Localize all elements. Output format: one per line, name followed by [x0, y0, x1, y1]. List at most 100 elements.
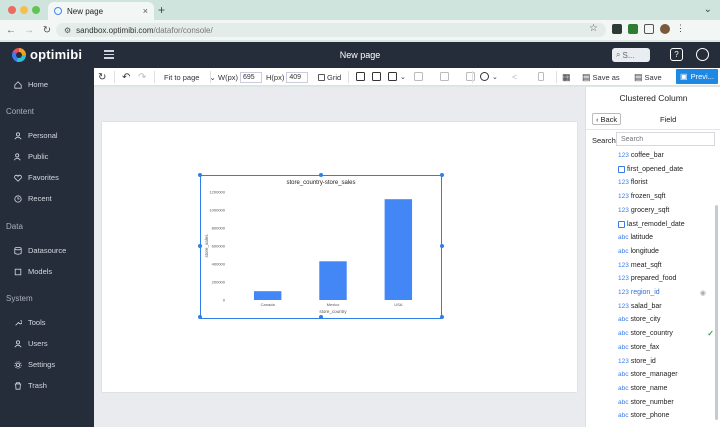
- extension-icon[interactable]: [628, 23, 638, 34]
- preview-button[interactable]: ▣ Previ...: [676, 69, 718, 84]
- chart-widget[interactable]: store_country-store_sales 0 200000 400000 60…: [198, 173, 444, 319]
- field-item[interactable]: 123 florist: [618, 176, 714, 189]
- refresh-icon[interactable]: ↻: [98, 71, 106, 83]
- profile-avatar-icon[interactable]: [660, 23, 670, 34]
- sidebar-item-label: Settings: [28, 360, 56, 369]
- width-input[interactable]: 695: [240, 71, 262, 83]
- resize-handle[interactable]: [440, 173, 444, 177]
- field-item[interactable]: abc store_city: [618, 313, 714, 326]
- field-item[interactable]: abc store_fax: [618, 341, 714, 354]
- site-info-icon[interactable]: ⚙: [64, 26, 71, 35]
- grid-layout-icon[interactable]: ▦: [562, 71, 571, 83]
- browser-menu-icon[interactable]: ⋮: [676, 23, 685, 34]
- resize-handle[interactable]: [198, 315, 202, 319]
- extensions-puzzle-icon[interactable]: [644, 23, 654, 34]
- header-search-input[interactable]: ⌕ S...: [612, 48, 650, 62]
- field-name: latitude: [630, 234, 654, 242]
- copy-icon[interactable]: [356, 72, 365, 81]
- save-as-button[interactable]: ▤ Save as: [582, 71, 620, 83]
- field-item[interactable]: abc store_name: [618, 382, 714, 395]
- panel-scrollbar[interactable]: [715, 205, 718, 420]
- height-input[interactable]: 409: [286, 71, 309, 83]
- sidebar-item-public[interactable]: Public: [14, 152, 48, 161]
- numeric-type-icon: 123: [618, 275, 629, 283]
- field-name: salad_bar: [630, 302, 662, 310]
- toolbar-divider: [210, 71, 211, 83]
- tab-field[interactable]: Field: [660, 115, 676, 124]
- group-shapes-icon[interactable]: [480, 72, 489, 81]
- sidebar-item-settings[interactable]: Settings: [14, 360, 55, 369]
- sidebar-item-label: Users: [28, 339, 48, 348]
- field-item[interactable]: 123 grocery_sqft: [618, 204, 714, 217]
- reload-icon[interactable]: ↻: [40, 25, 54, 36]
- sidebar-item-home[interactable]: Home: [14, 80, 48, 89]
- sidebar-item-trash[interactable]: Trash: [14, 381, 47, 390]
- field-item[interactable]: 123 region_id ◉: [618, 286, 714, 299]
- field-item[interactable]: first_opened_date: [618, 163, 714, 176]
- resize-handle[interactable]: [198, 244, 202, 248]
- tab-search-icon[interactable]: ⌄: [704, 4, 712, 15]
- field-item[interactable]: 123 coffee_bar: [618, 149, 714, 162]
- share-icon[interactable]: <: [512, 71, 517, 83]
- address-bar[interactable]: ⚙ sandbox.optimibi.com/datafor/console/ …: [56, 23, 606, 37]
- close-tab-icon[interactable]: ×: [143, 6, 148, 16]
- grid-toggle[interactable]: Grid: [318, 71, 341, 83]
- undo-icon[interactable]: ↶: [122, 71, 130, 83]
- field-item[interactable]: abc store_manager: [618, 368, 714, 381]
- extension-icon[interactable]: [612, 23, 622, 34]
- field-name: region_id: [630, 289, 660, 296]
- layer-icon[interactable]: [388, 72, 397, 81]
- resize-handle[interactable]: [198, 173, 202, 177]
- panel-title: Clustered Column: [619, 93, 688, 103]
- align-left-icon[interactable]: [414, 72, 423, 81]
- field-item[interactable]: 123 meat_sqft: [618, 259, 714, 272]
- field-item[interactable]: abc store_country ✓: [618, 327, 714, 340]
- user-avatar-icon[interactable]: [696, 48, 709, 61]
- chevron-down-icon[interactable]: ⌄: [400, 71, 406, 83]
- sidebar-item-recent[interactable]: Recent: [14, 194, 52, 203]
- save-button[interactable]: ▤ Save: [634, 71, 662, 83]
- field-item[interactable]: 123 store_id: [618, 355, 714, 368]
- align-center-icon[interactable]: [440, 72, 449, 81]
- redo-icon[interactable]: ↷: [138, 71, 146, 83]
- maximize-window-button[interactable]: [32, 6, 40, 14]
- field-item[interactable]: 123 frozen_sqft: [618, 190, 714, 203]
- sidebar-item-datasource[interactable]: Datasource: [14, 246, 66, 255]
- back-button[interactable]: ‹ Back: [592, 113, 622, 125]
- minimize-window-button[interactable]: [20, 6, 28, 14]
- resize-handle[interactable]: [319, 315, 323, 319]
- calendar-icon: [618, 165, 625, 173]
- sidebar-item-tools[interactable]: Tools: [14, 318, 46, 327]
- fit-to-page-select[interactable]: Fit to page ⌄: [164, 71, 216, 83]
- field-item[interactable]: abc store_phone: [618, 409, 714, 422]
- chevron-down-icon[interactable]: ⌄: [492, 71, 498, 83]
- sidebar-item-users[interactable]: Users: [14, 339, 48, 348]
- new-tab-button[interactable]: +: [158, 3, 165, 17]
- field-search-input[interactable]: [616, 132, 715, 146]
- align-right-icon[interactable]: [466, 72, 475, 81]
- resize-handle[interactable]: [440, 315, 444, 319]
- sidebar-item-personal[interactable]: Personal: [14, 131, 58, 140]
- bookmark-star-icon[interactable]: ☆: [589, 23, 598, 34]
- field-item[interactable]: 123 prepared_food: [618, 272, 714, 285]
- resize-handle[interactable]: [440, 244, 444, 248]
- report-page[interactable]: store_country-store_sales 0 200000 400000 60…: [102, 122, 577, 392]
- eye-icon[interactable]: ◉: [700, 289, 706, 297]
- sidebar-item-favorites[interactable]: Favorites: [14, 173, 59, 182]
- browser-tab[interactable]: New page ×: [48, 2, 154, 20]
- resize-handle[interactable]: [319, 173, 323, 177]
- field-name: longitude: [630, 247, 659, 255]
- field-item[interactable]: 123 salad_bar: [618, 300, 714, 313]
- field-item[interactable]: abc longitude: [618, 245, 714, 258]
- back-arrow-icon[interactable]: ←: [4, 25, 18, 36]
- mobile-view-icon[interactable]: [538, 72, 544, 81]
- duplicate-icon[interactable]: [372, 72, 381, 81]
- field-item[interactable]: abc latitude: [618, 231, 714, 244]
- field-item[interactable]: last_remodel_date: [618, 218, 714, 231]
- calendar-icon: [618, 220, 625, 228]
- close-window-button[interactable]: [8, 6, 16, 14]
- sidebar-item-models[interactable]: Models: [14, 267, 52, 276]
- forward-arrow-icon[interactable]: →: [22, 25, 36, 36]
- help-icon[interactable]: ?: [670, 48, 683, 61]
- field-item[interactable]: abc store_number: [618, 396, 714, 409]
